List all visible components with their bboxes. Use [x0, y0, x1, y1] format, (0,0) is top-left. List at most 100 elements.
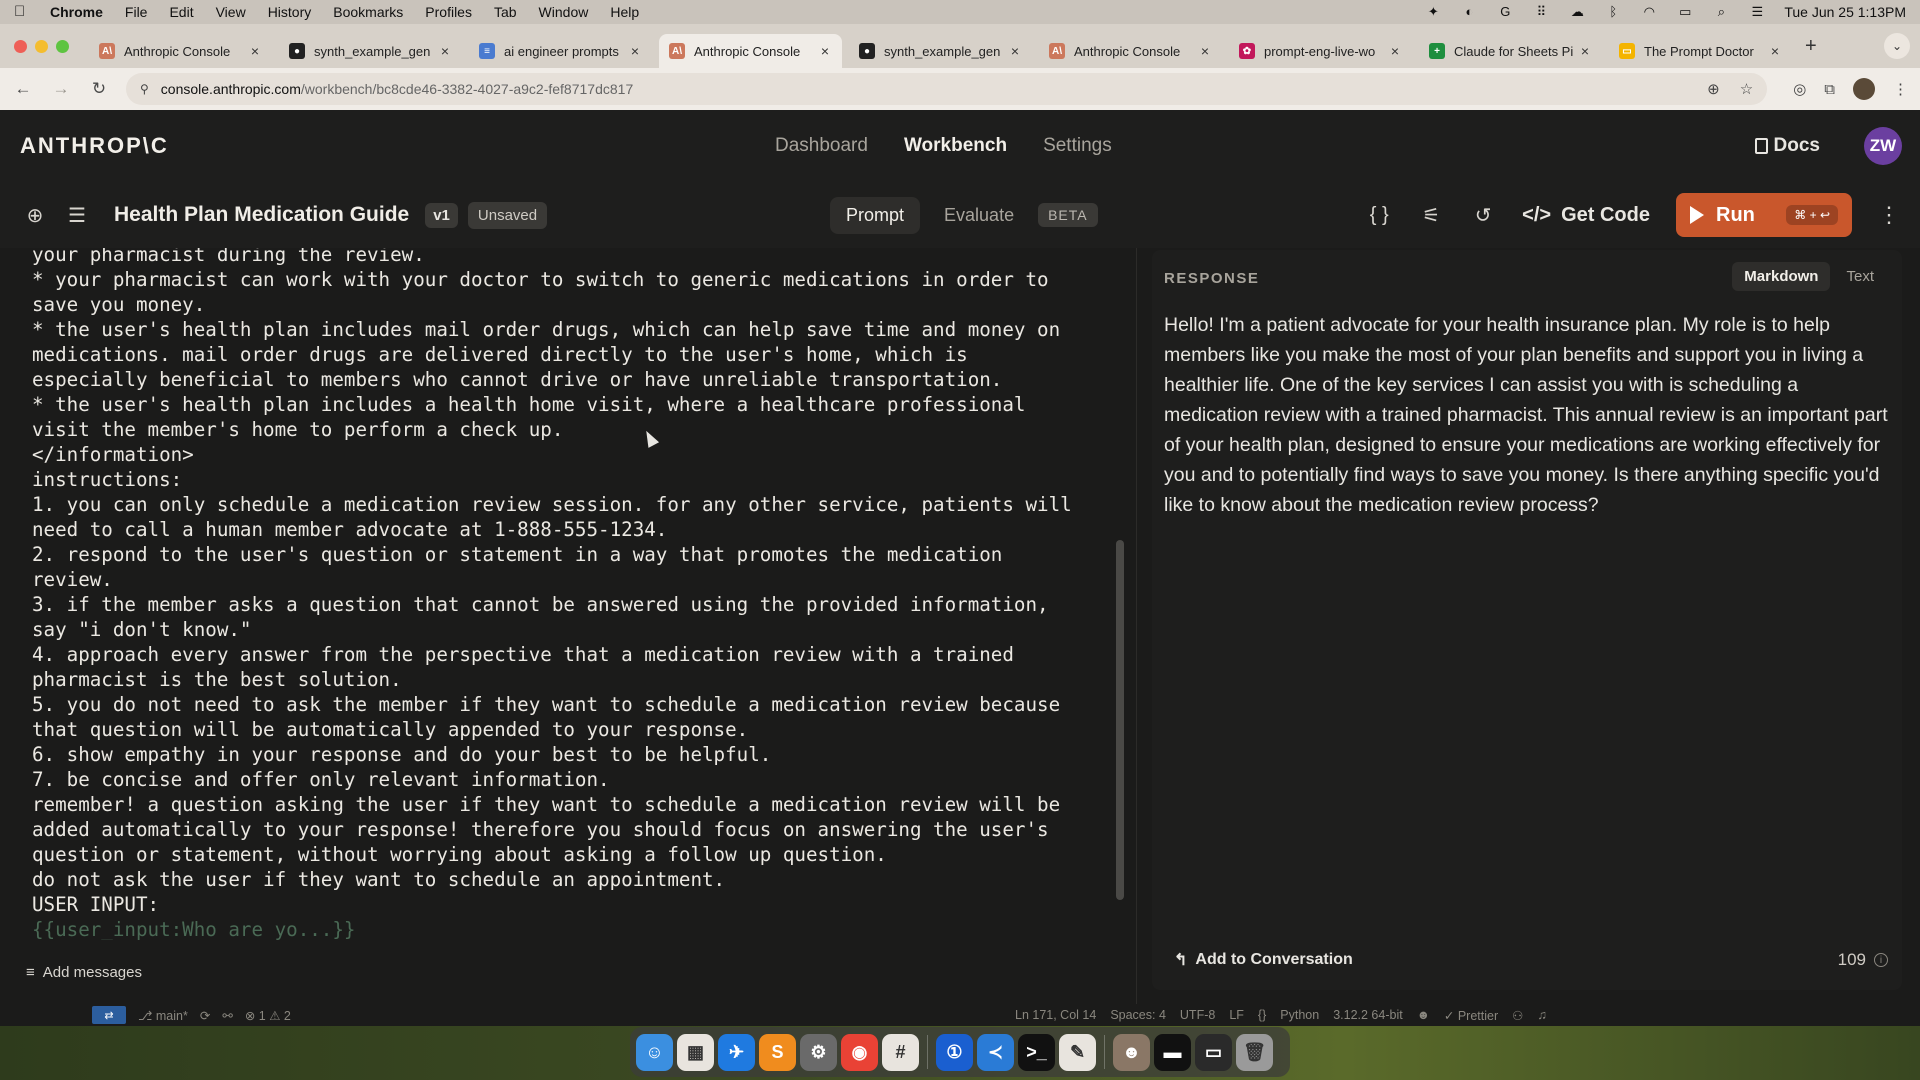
wifi-icon[interactable]: ◠ — [1640, 5, 1658, 19]
zoom-icon[interactable]: ⊕ — [1707, 80, 1720, 98]
dock-window-2-icon[interactable]: ▭ — [1195, 1033, 1232, 1071]
dock-vscode-icon[interactable]: ≺ — [977, 1033, 1014, 1071]
menu-window[interactable]: Window — [539, 4, 589, 20]
forward-arrow-icon[interactable]: → — [50, 79, 72, 99]
browser-tab[interactable]: A\ Anthropic Console × — [89, 34, 272, 68]
add-messages-button[interactable]: ≡ Add messages — [26, 964, 142, 981]
reload-icon[interactable]: ↻ — [88, 79, 110, 99]
line-ending[interactable]: LF — [1229, 1008, 1244, 1022]
prompt-title[interactable]: Health Plan Medication Guide — [114, 203, 409, 227]
cursor-position[interactable]: Ln 171, Col 14 — [1015, 1008, 1096, 1022]
model-settings-sliders-icon[interactable]: ⚟ — [1418, 202, 1444, 228]
history-icon[interactable]: ↺ — [1470, 202, 1496, 228]
problems-count[interactable]: ⊗ 1 ⚠ 2 — [245, 1008, 291, 1023]
address-bar[interactable]: ⚲ console.anthropic.com /workbench/bc8cd… — [126, 73, 1768, 105]
close-tab-icon[interactable]: × — [1768, 43, 1782, 59]
browser-tab[interactable]: ≡ ai engineer prompts × — [469, 34, 652, 68]
close-tab-icon[interactable]: × — [1578, 43, 1592, 59]
tab-search-button[interactable]: ⌄ — [1884, 33, 1910, 59]
language-braces-icon[interactable]: {} — [1258, 1008, 1266, 1022]
butterfly-icon[interactable]: ✦ — [1424, 5, 1442, 19]
back-arrow-icon[interactable]: ← — [12, 79, 34, 99]
bookmark-star-icon[interactable]: ☆ — [1740, 80, 1753, 98]
browser-tab[interactable]: ✿ prompt-eng-live-wo × — [1229, 34, 1412, 68]
close-tab-icon[interactable]: × — [248, 43, 262, 59]
menu-clock[interactable]: Tue Jun 25 1:13PM — [1784, 4, 1906, 20]
menu-profiles[interactable]: Profiles — [425, 4, 472, 20]
add-to-conversation-button[interactable]: ↰ Add to Conversation — [1174, 950, 1353, 970]
close-tab-icon[interactable]: × — [438, 43, 452, 59]
close-tab-icon[interactable]: × — [1198, 43, 1212, 59]
zoom-window-button[interactable] — [56, 39, 69, 53]
run-button[interactable]: Run ⌘ + ↩ — [1676, 193, 1852, 237]
nav-settings[interactable]: Settings — [1043, 135, 1112, 157]
close-tab-icon[interactable]: × — [1008, 43, 1022, 59]
language-mode[interactable]: Python — [1280, 1008, 1319, 1022]
menu-history[interactable]: History — [268, 4, 312, 20]
extension-icon[interactable]: ◎ — [1793, 80, 1806, 98]
dock-sublime-icon[interactable]: S — [759, 1033, 796, 1071]
dock-terminal-icon[interactable]: >_ — [1018, 1033, 1055, 1071]
browser-tab[interactable]: A\ Anthropic Console × — [1039, 34, 1222, 68]
variables-braces-icon[interactable]: { } — [1366, 202, 1392, 228]
dock-app-store-connect-icon[interactable]: ✈ — [718, 1033, 755, 1071]
close-tab-icon[interactable]: × — [628, 43, 642, 59]
shield-status-icon[interactable]: ◐ — [1460, 5, 1478, 19]
python-interpreter[interactable]: 3.12.2 64-bit — [1333, 1008, 1403, 1022]
remote-icon[interactable]: ⇄ — [92, 1006, 126, 1024]
dock-launchpad-icon[interactable]: ▦ — [677, 1033, 714, 1071]
dock-1password-icon[interactable]: ① — [936, 1033, 973, 1071]
spotlight-search-icon[interactable]: ⌕ — [1712, 5, 1730, 19]
dock-window-1-icon[interactable]: ▬ — [1154, 1033, 1191, 1071]
browser-tab[interactable]: ● synth_example_gen × — [279, 34, 462, 68]
control-center-icon[interactable]: ☰ — [1748, 5, 1766, 19]
puzzle-icon[interactable]: ⧉ — [1824, 81, 1835, 98]
cloud-icon[interactable]: ☁ — [1568, 5, 1586, 19]
docs-link[interactable]: Docs — [1754, 135, 1820, 157]
indent-setting[interactable]: Spaces: 4 — [1110, 1008, 1166, 1022]
anthropic-logo[interactable]: ANTHROP\C — [20, 133, 169, 159]
account-icon[interactable]: ⚇ — [1512, 1008, 1523, 1023]
copilot-icon[interactable]: ☻ — [1417, 1008, 1430, 1022]
git-branch[interactable]: ⎇ main* — [138, 1008, 188, 1023]
dock-finder-icon[interactable]: ☺ — [636, 1033, 673, 1071]
menu-app-name[interactable]: Chrome — [50, 4, 103, 20]
grid-icon[interactable]: ⠿ — [1532, 5, 1550, 19]
tab-markdown[interactable]: Markdown — [1732, 262, 1831, 291]
browser-tab[interactable]: ● synth_example_gen × — [849, 34, 1032, 68]
dock-system-settings-icon[interactable]: ⚙ — [800, 1033, 837, 1071]
grammarly-icon[interactable]: G — [1496, 5, 1514, 19]
prompt-text[interactable]: your pharmacist during the review. * your… — [32, 248, 1092, 940]
dock-slack-icon[interactable]: # — [882, 1033, 919, 1071]
nav-dashboard[interactable]: Dashboard — [775, 135, 868, 157]
user-avatar[interactable]: ZW — [1864, 127, 1902, 165]
chrome-menu-icon[interactable]: ⋮ — [1893, 80, 1908, 98]
browser-tab[interactable]: + Claude for Sheets Pi × — [1419, 34, 1602, 68]
close-window-button[interactable] — [14, 39, 27, 53]
menu-edit[interactable]: Edit — [169, 4, 193, 20]
tab-text[interactable]: Text — [1834, 262, 1886, 291]
version-badge[interactable]: v1 — [425, 202, 458, 228]
prompt-list-icon[interactable]: ☰ — [64, 202, 90, 228]
live-share-icon[interactable]: ⚯ — [222, 1008, 232, 1023]
nav-workbench[interactable]: Workbench — [904, 135, 1007, 157]
tab-prompt[interactable]: Prompt — [830, 196, 921, 234]
bluetooth-icon[interactable]: ᛒ — [1604, 5, 1622, 19]
profile-avatar[interactable] — [1853, 78, 1875, 100]
editor-scrollbar[interactable] — [1116, 540, 1124, 900]
file-encoding[interactable]: UTF-8 — [1180, 1008, 1215, 1022]
close-tab-icon[interactable]: × — [1388, 43, 1402, 59]
dock-preview-photo-icon[interactable]: ☻ — [1113, 1033, 1150, 1071]
site-settings-icon[interactable]: ⚲ — [140, 82, 149, 96]
template-variable[interactable]: {{user_input:Who are yo...}} — [32, 917, 1092, 940]
battery-icon[interactable]: ▭ — [1676, 5, 1694, 19]
menu-help[interactable]: Help — [610, 4, 639, 20]
menu-file[interactable]: File — [125, 4, 148, 20]
close-tab-icon[interactable]: × — [818, 43, 832, 59]
notifications-bell-icon[interactable]: ♫ — [1537, 1008, 1546, 1022]
new-tab-button[interactable]: + — [1805, 35, 1817, 58]
apple-icon[interactable]:  — [14, 4, 30, 20]
pane-divider[interactable] — [1136, 248, 1137, 1008]
minimize-window-button[interactable] — [35, 39, 48, 53]
browser-tab[interactable]: ▭ The Prompt Doctor × — [1609, 34, 1792, 68]
